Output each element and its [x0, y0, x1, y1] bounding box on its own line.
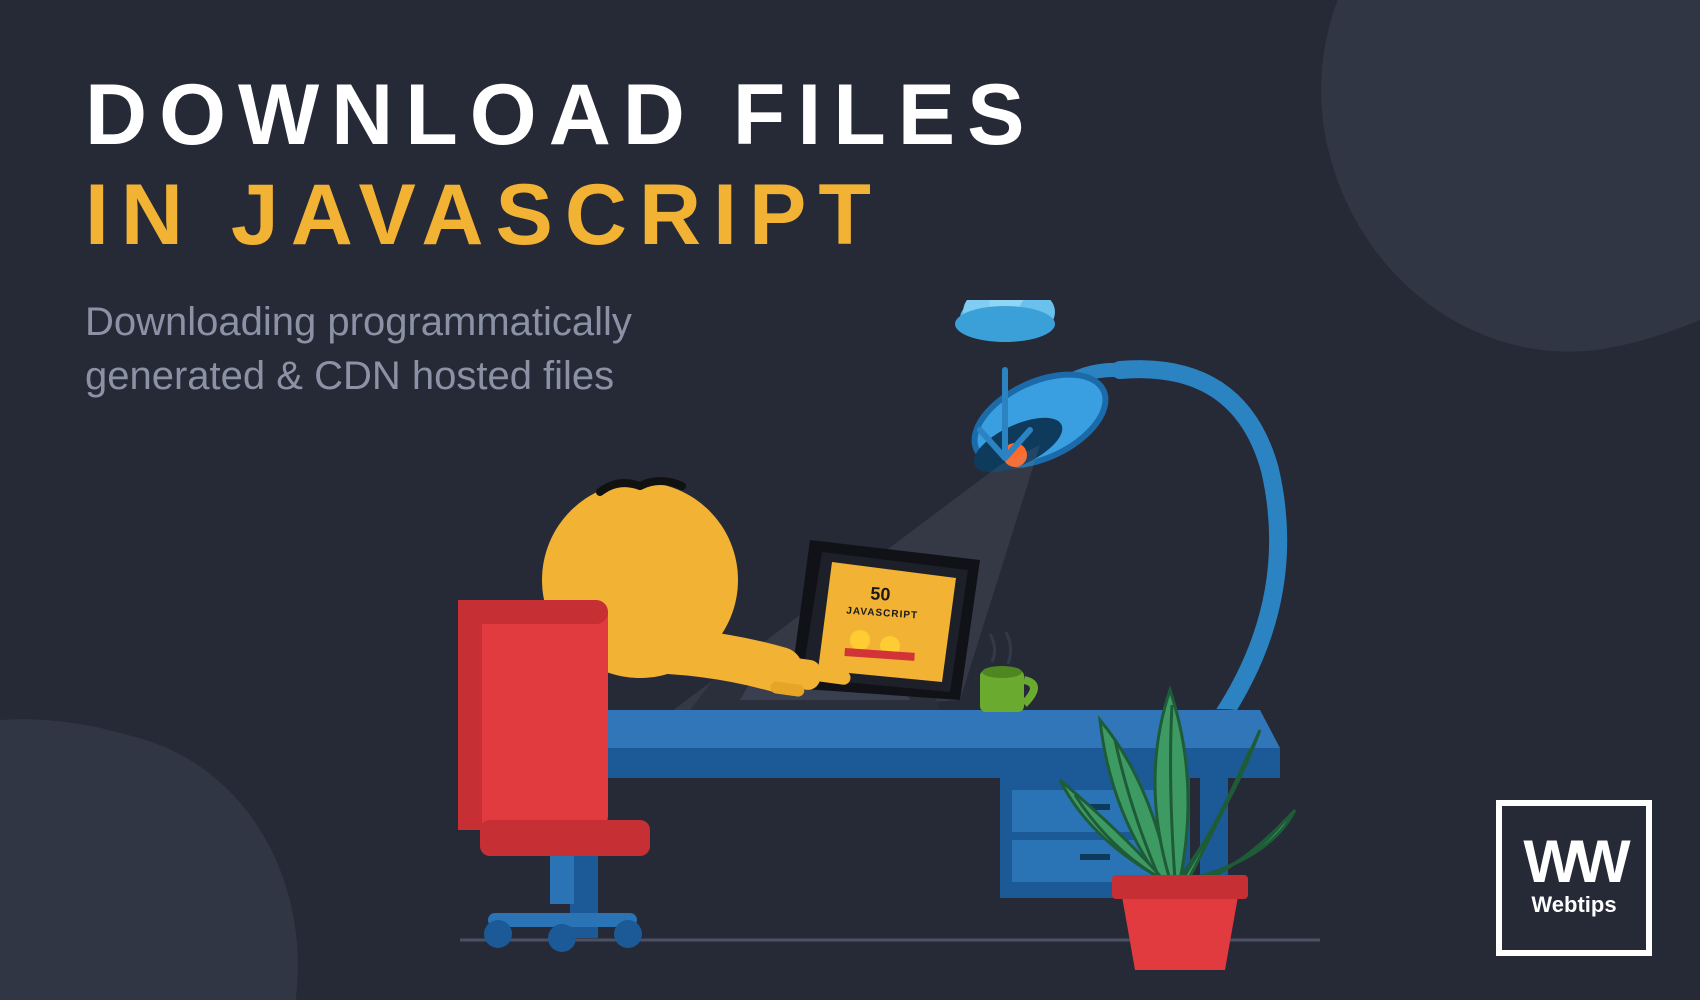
- webtips-logo: WW Webtips: [1496, 800, 1652, 956]
- svg-text:50: 50: [870, 583, 891, 604]
- title-line-2: IN JAVASCRIPT: [85, 168, 1037, 263]
- title-line-1: DOWNLOAD FILES: [85, 70, 1037, 160]
- logo-label: Webtips: [1531, 892, 1616, 918]
- decorative-blob-bottom-left: [0, 661, 353, 1000]
- hero-illustration: 50 JAVASCRIPT: [440, 300, 1340, 1000]
- logo-mark: WW: [1523, 838, 1624, 886]
